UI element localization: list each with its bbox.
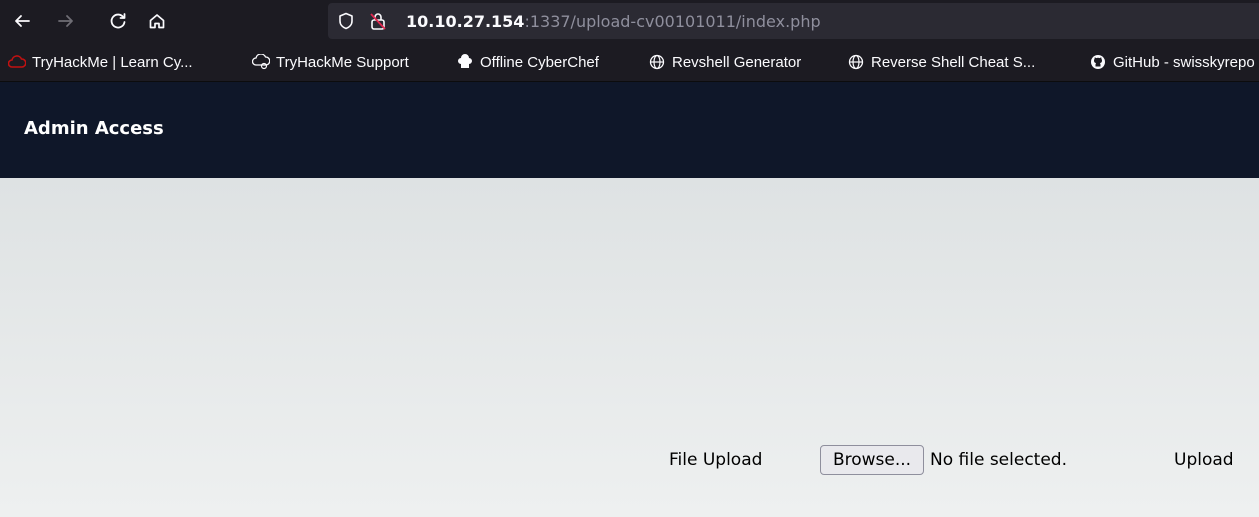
github-icon	[1089, 53, 1107, 71]
file-upload-label: File Upload	[669, 450, 763, 470]
bookmark-tryhackme[interactable]: TryHackMe | Learn Cy...	[8, 52, 193, 72]
site-header: Admin Access	[0, 82, 1259, 178]
bookmark-github[interactable]: GitHub - swisskyrepo	[1089, 52, 1255, 72]
bookmark-label: Reverse Shell Cheat S...	[871, 53, 1036, 71]
bookmark-offline-cyberchef[interactable]: Offline CyberChef	[456, 52, 599, 72]
url-host: 10.10.27.154	[406, 12, 525, 31]
chef-hat-icon	[456, 53, 474, 71]
url-text[interactable]: 10.10.27.154:1337/upload-cv00101011/inde…	[406, 12, 821, 31]
support-cloud-icon	[252, 53, 270, 71]
back-arrow-icon[interactable]	[8, 7, 36, 35]
shield-icon[interactable]	[336, 11, 356, 31]
url-bar[interactable]: 10.10.27.154:1337/upload-cv00101011/inde…	[328, 3, 1259, 39]
bookmark-tryhackme-support[interactable]: TryHackMe Support	[252, 52, 409, 72]
browse-button[interactable]: Browse...	[820, 445, 924, 475]
insecure-lock-icon[interactable]	[368, 11, 388, 31]
bookmark-revshell-generator[interactable]: Revshell Generator	[648, 52, 801, 72]
file-status-text: No file selected.	[930, 450, 1067, 470]
globe-icon	[847, 53, 865, 71]
bookmark-label: TryHackMe | Learn Cy...	[32, 53, 193, 71]
bookmarks-bar: TryHackMe | Learn Cy... TryHackMe Suppor…	[0, 42, 1259, 82]
bookmark-label: Revshell Generator	[672, 53, 802, 71]
globe-icon	[648, 53, 666, 71]
bookmark-reverse-shell-cheat-sheet[interactable]: Reverse Shell Cheat S...	[847, 52, 1035, 72]
upload-section: File Upload Browse... No file selected. …	[0, 178, 1259, 517]
url-path: :1337/upload-cv00101011/index.php	[524, 12, 821, 31]
bookmark-label: GitHub - swisskyrepo	[1113, 53, 1255, 71]
home-icon[interactable]	[143, 7, 171, 35]
bookmark-label: TryHackMe Support	[276, 53, 409, 71]
tryhackme-icon	[8, 53, 26, 71]
site-brand[interactable]: Admin Access	[24, 118, 164, 139]
reload-icon[interactable]	[104, 7, 132, 35]
forward-arrow-icon[interactable]	[52, 7, 80, 35]
browser-toolbar: 10.10.27.154:1337/upload-cv00101011/inde…	[0, 0, 1259, 42]
bookmark-label: Offline CyberChef	[480, 53, 599, 71]
upload-button[interactable]: Upload	[1174, 450, 1234, 470]
